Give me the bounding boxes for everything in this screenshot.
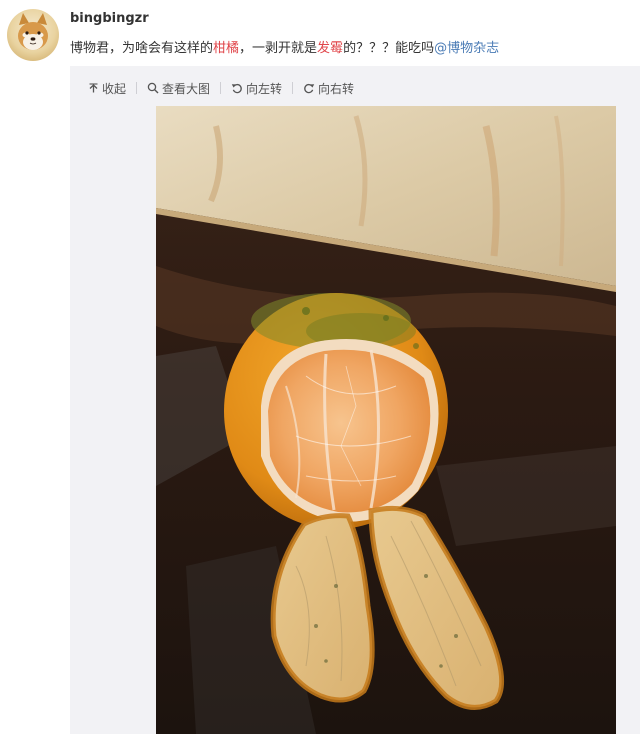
magnifier-icon — [147, 82, 159, 94]
post-text: 博物君，为啥会有这样的柑橘，一剥开就是发霉的？？？能吃吗@博物杂志 — [70, 37, 630, 56]
rotate-right-button[interactable]: 向右转 — [301, 80, 356, 97]
toolbar-divider — [292, 82, 294, 94]
rotate-left-label: 向左转 — [246, 81, 283, 96]
post-text-segment: 的？？？能吃吗 — [343, 41, 435, 56]
rotate-left-icon — [231, 83, 242, 94]
post-text-segment: ，一剥开就是 — [239, 41, 318, 56]
post-photo[interactable] — [156, 106, 616, 734]
collapse-button[interactable]: 收起 — [86, 80, 128, 97]
toolbar-divider — [136, 82, 138, 94]
view-large-button[interactable]: 查看大图 — [145, 80, 212, 97]
rotate-right-icon — [304, 83, 315, 94]
rotate-right-label: 向右转 — [318, 81, 355, 96]
keyword-moldy: 发霉 — [317, 41, 344, 56]
view-large-label: 查看大图 — [162, 81, 211, 96]
mention-link[interactable]: @博物杂志 — [434, 41, 499, 56]
moldy-mandarin-photo — [156, 106, 616, 734]
username[interactable]: bingbingzr — [70, 11, 149, 26]
toolbar-divider — [220, 82, 222, 94]
arrow-up-icon — [89, 82, 98, 92]
avatar[interactable] — [7, 9, 59, 61]
keyword-citrus: 柑橘 — [213, 41, 240, 56]
media-toolbar: 收起 查看大图 向左转 向右转 — [86, 78, 356, 98]
shiba-dog-icon — [18, 13, 48, 50]
expanded-media-panel: 收起 查看大图 向左转 向右转 — [70, 66, 640, 734]
post-text-segment: 博物君，为啥会有这样的 — [70, 41, 214, 56]
collapse-label: 收起 — [102, 81, 127, 96]
rotate-left-button[interactable]: 向左转 — [229, 80, 284, 97]
